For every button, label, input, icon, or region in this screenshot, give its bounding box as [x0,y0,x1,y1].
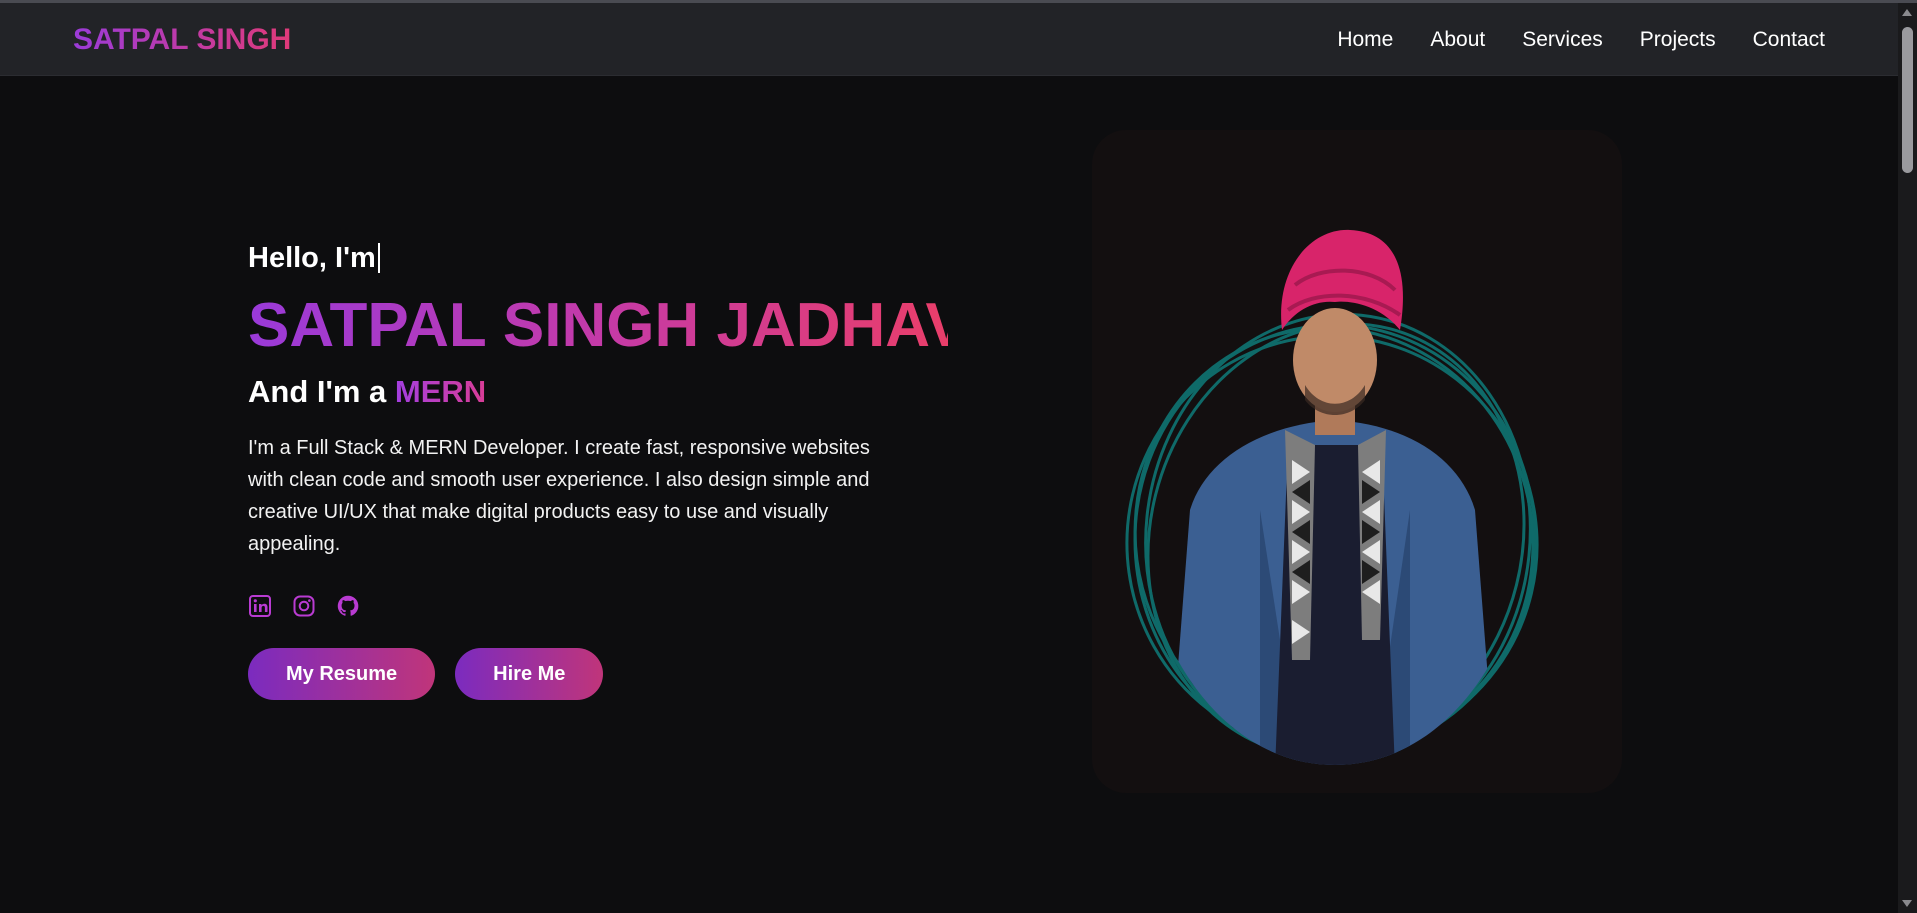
hero-intro: Hello, I'm SATPAL SINGH JADHAV And I'm a… [248,240,967,700]
hero-actions: My Resume Hire Me [248,648,948,700]
scroll-down-arrow-icon[interactable] [1902,900,1912,907]
linkedin-icon[interactable] [248,594,272,620]
typing-cursor [377,243,380,273]
navbar: SATPAL SINGH Home About Services Project… [0,3,1898,76]
nav-link-contact[interactable]: Contact [1753,28,1825,52]
role-line: And I'm a MERN [248,374,948,410]
greeting: Hello, I'm [248,240,948,276]
role-word: MERN [394,374,487,409]
resume-button[interactable]: My Resume [248,648,436,700]
scroll-thumb[interactable] [1902,27,1913,173]
social-links [248,594,948,620]
nav-links: Home About Services Projects Contact [1337,28,1825,52]
nav-link-home[interactable]: Home [1337,28,1393,52]
site-logo[interactable]: SATPAL SINGH [73,23,291,57]
hire-me-button[interactable]: Hire Me [455,648,604,700]
portrait-image [1125,229,1539,765]
github-icon[interactable] [336,594,360,620]
role-prefix: And I'm a [248,374,395,409]
scroll-up-arrow-icon[interactable] [1902,9,1912,16]
greeting-text: Hello, I'm [248,241,376,274]
hero-description: I'm a Full Stack & MERN Developer. I cre… [248,437,870,555]
nav-link-services[interactable]: Services [1522,28,1603,52]
hero-name: SATPAL SINGH JADHAV [248,291,967,360]
nav-link-projects[interactable]: Projects [1640,28,1716,52]
page-scrollbar[interactable] [1898,3,1917,913]
instagram-icon[interactable] [292,594,316,620]
nav-link-about[interactable]: About [1430,28,1485,52]
